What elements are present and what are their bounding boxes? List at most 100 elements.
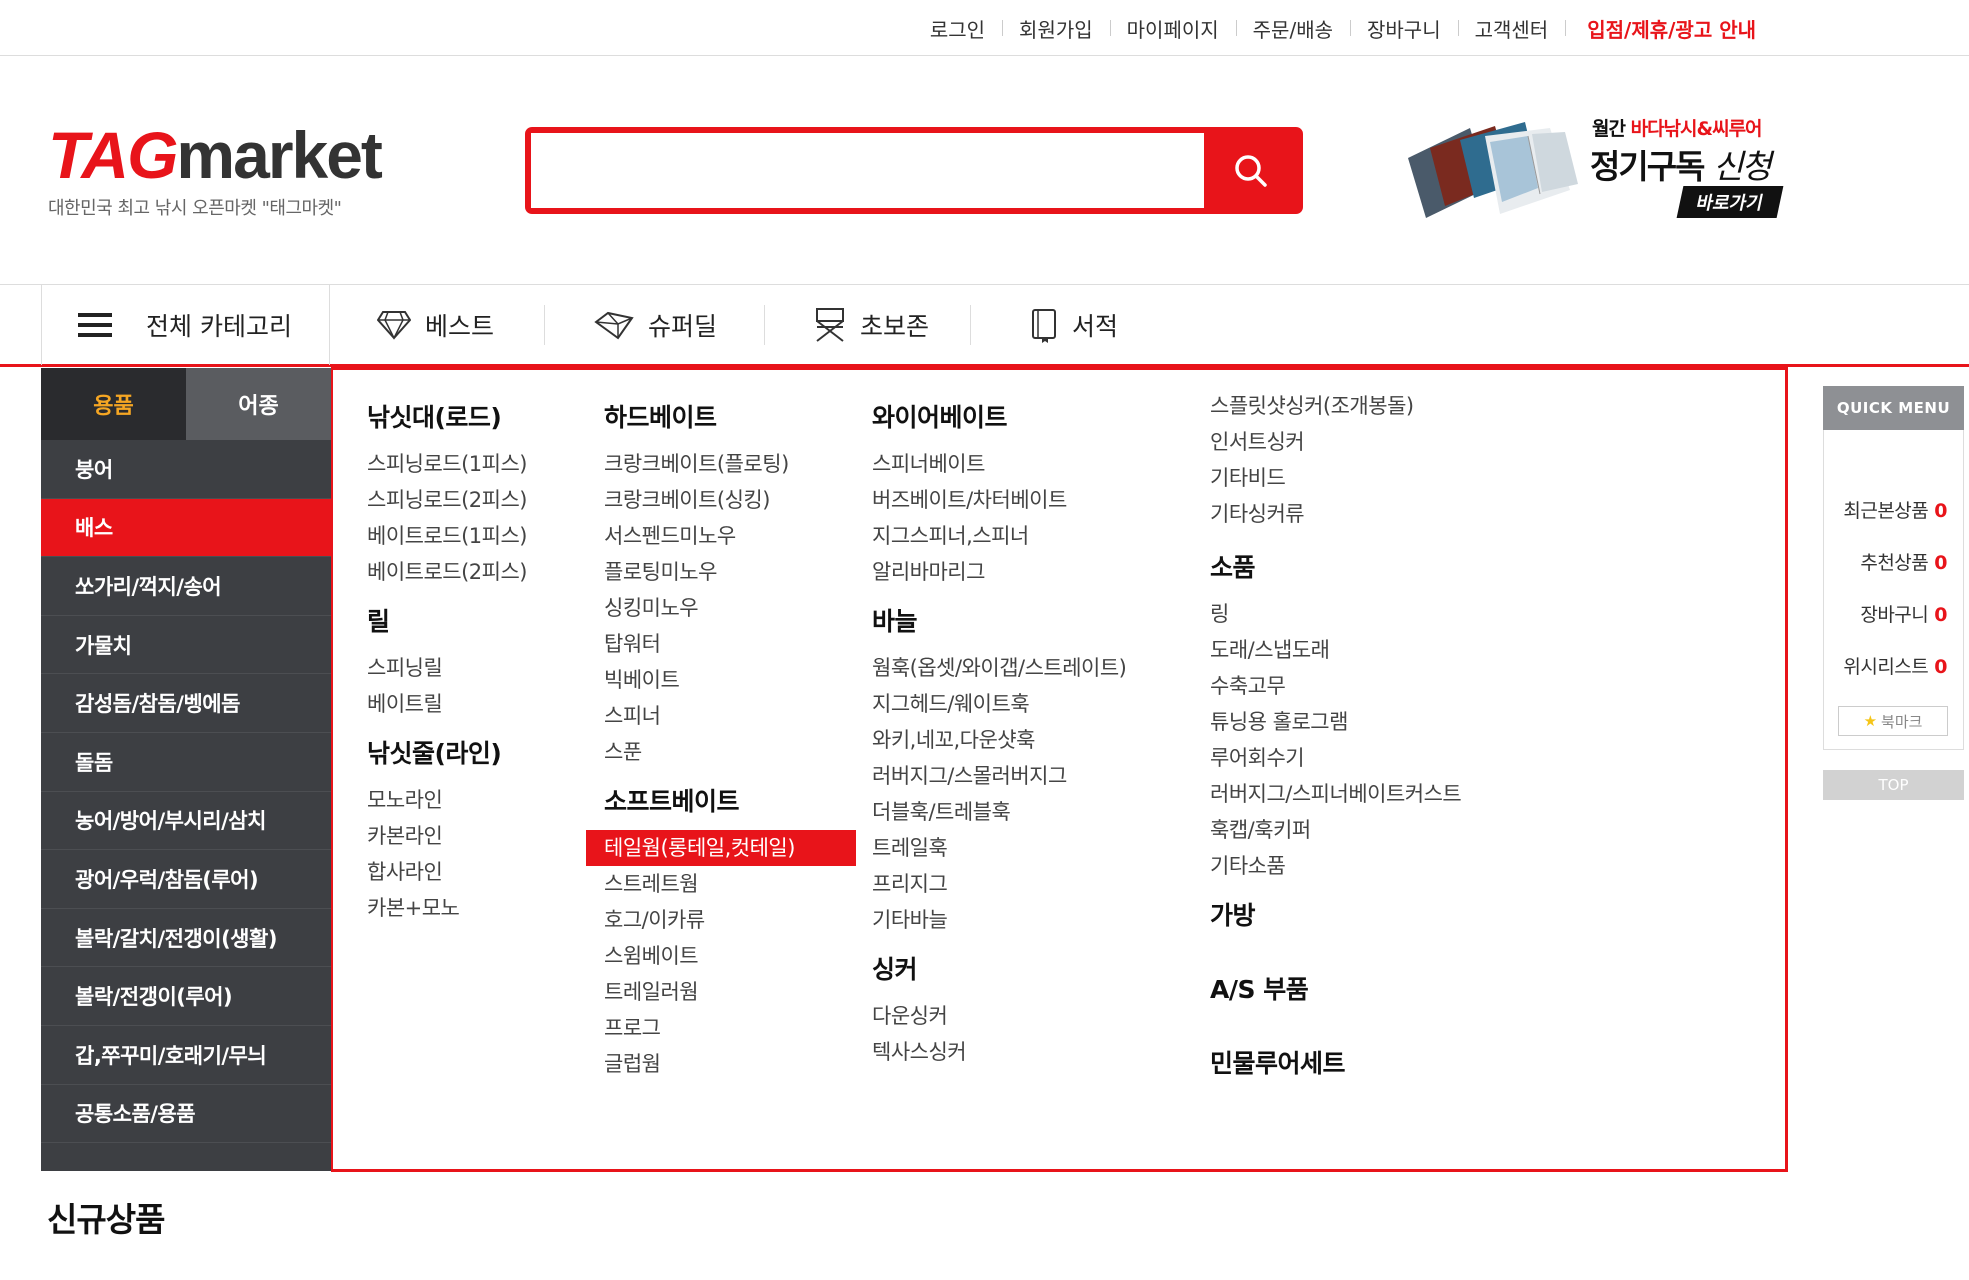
menu-item[interactable]: 프로그 <box>604 1010 856 1046</box>
menu-item[interactable]: 도래/스냅도래 <box>1210 632 1461 668</box>
menu-item[interactable]: 훅캡/훅키퍼 <box>1210 812 1461 848</box>
sidebar-item[interactable]: 돌돔 <box>41 733 331 792</box>
menu-group-title[interactable]: 소프트베이트 <box>604 784 856 820</box>
menu-item[interactable]: 기타바늘 <box>872 902 1126 938</box>
nav-superdeal[interactable]: 슈퍼딜 <box>594 285 717 365</box>
menu-group-title[interactable]: 민물루어세트 <box>1210 1046 1461 1082</box>
menu-item[interactable]: 플로팅미노우 <box>604 554 856 590</box>
quick-recommended[interactable]: 추천상품 0 <box>1860 548 1947 575</box>
menu-group-title[interactable]: 와이어베이트 <box>872 400 1126 436</box>
sidebar-item[interactable]: 갑,쭈꾸미/호래기/무늬 <box>41 1026 331 1085</box>
menu-item[interactable]: 합사라인 <box>367 854 527 890</box>
tab-gear[interactable]: 용품 <box>41 368 186 440</box>
sidebar-item[interactable]: 볼락/갈치/전갱이(생활) <box>41 909 331 968</box>
menu-group-title[interactable]: 낚싯줄(라인) <box>367 736 527 772</box>
menu-item[interactable]: 베이트로드(1피스) <box>367 518 528 554</box>
menu-item[interactable]: 스플릿샷싱커(조개봉돌) <box>1210 388 1461 424</box>
menu-item[interactable]: 스푼 <box>604 734 856 770</box>
sidebar-item-active[interactable]: 배스 <box>41 498 331 558</box>
sidebar-item[interactable]: 광어/우럭/참돔(루어) <box>41 850 331 909</box>
bookmark-button[interactable]: ★ 북마크 <box>1838 706 1948 736</box>
menu-item[interactable]: 글럽웜 <box>604 1046 856 1082</box>
customer-center-link[interactable]: 고객센터 <box>1457 14 1566 43</box>
search-input[interactable] <box>531 133 1204 208</box>
mypage-link[interactable]: 마이페이지 <box>1109 14 1236 43</box>
menu-group-title[interactable]: 낚싯대(로드) <box>367 400 527 436</box>
promo-go-button[interactable]: 바로가기 <box>1676 186 1784 218</box>
menu-item[interactable]: 호그/이카류 <box>604 902 856 938</box>
menu-group-title[interactable]: 릴 <box>367 604 527 640</box>
tab-fish-species[interactable]: 어종 <box>186 368 331 440</box>
sidebar-item[interactable]: 쏘가리/꺽지/송어 <box>41 557 331 616</box>
menu-item[interactable]: 알리바마리그 <box>872 554 1126 590</box>
menu-item[interactable]: 수축고무 <box>1210 668 1461 704</box>
menu-group-title[interactable]: 소품 <box>1210 550 1461 586</box>
partnership-link[interactable]: 입점/제휴/광고 안내 <box>1565 14 1773 43</box>
quick-recent-viewed[interactable]: 최근본상품 0 <box>1843 496 1947 523</box>
menu-item[interactable]: 스피너베이트 <box>872 446 1126 482</box>
menu-item[interactable]: 스피닝릴 <box>367 650 527 686</box>
sidebar-item[interactable]: 가물치 <box>41 616 331 675</box>
menu-item[interactable]: 트레일러웜 <box>604 974 856 1010</box>
sidebar-item[interactable]: 공통소품/용품 <box>41 1085 331 1144</box>
menu-item-highlighted[interactable]: 테일웜(롱테일,컷테일) <box>586 830 856 866</box>
search-button[interactable] <box>1204 133 1297 208</box>
menu-item[interactable]: 크랑크베이트(싱킹) <box>604 482 856 518</box>
sidebar-item[interactable]: 농어/방어/부시리/삼치 <box>41 792 331 851</box>
menu-item[interactable]: 텍사스싱커 <box>872 1034 1126 1070</box>
menu-item[interactable]: 서스펜드미노우 <box>604 518 856 554</box>
menu-item[interactable]: 기타비드 <box>1210 460 1461 496</box>
menu-item[interactable]: 러버지그/스몰러버지그 <box>872 758 1126 794</box>
menu-item[interactable]: 트레일훅 <box>872 830 1126 866</box>
site-logo[interactable]: TAGmarket 대한민국 최고 낚시 오픈마켓 "태그마켓" <box>48 122 383 220</box>
menu-item[interactable]: 카본+모노 <box>367 890 527 926</box>
menu-group-title[interactable]: A/S 부품 <box>1210 972 1461 1008</box>
menu-item[interactable]: 탑워터 <box>604 626 856 662</box>
menu-item[interactable]: 러버지그/스피너베이트커스트 <box>1210 776 1462 812</box>
menu-item[interactable]: 버즈베이트/차터베이트 <box>872 482 1126 518</box>
menu-group-title[interactable]: 바늘 <box>872 604 1126 640</box>
cart-link[interactable]: 장바구니 <box>1350 14 1458 43</box>
menu-item[interactable]: 스트레트웜 <box>604 866 856 902</box>
menu-item[interactable]: 루어회수기 <box>1210 740 1461 776</box>
menu-item[interactable]: 스피닝로드(1피스) <box>367 446 528 482</box>
menu-item[interactable]: 웜훅(옵셋/와이갭/스트레이트) <box>872 650 1127 686</box>
menu-item[interactable]: 링 <box>1210 596 1461 632</box>
nav-best[interactable]: 베스트 <box>377 285 494 365</box>
menu-item[interactable]: 빅베이트 <box>604 662 856 698</box>
menu-item[interactable]: 스피닝로드(2피스) <box>367 482 528 518</box>
quick-wishlist[interactable]: 위시리스트 0 <box>1843 652 1947 679</box>
menu-item[interactable]: 지그스피너,스피너 <box>872 518 1126 554</box>
subscription-banner[interactable]: 월간 바다낚시&씨루어 정기구독 신청 바로가기 <box>1400 110 1790 230</box>
nav-books[interactable]: 서적 <box>1030 285 1118 365</box>
login-link[interactable]: 로그인 <box>913 14 1002 43</box>
menu-group-title[interactable]: 하드베이트 <box>604 400 856 436</box>
menu-item[interactable]: 스윔베이트 <box>604 938 856 974</box>
sidebar-item[interactable]: 붕어 <box>41 440 331 499</box>
menu-item[interactable]: 지그헤드/웨이트훅 <box>872 686 1126 722</box>
menu-item[interactable]: 인서트싱커 <box>1210 424 1461 460</box>
menu-item[interactable]: 베이트릴 <box>367 686 527 722</box>
menu-item[interactable]: 더블훅/트레블훅 <box>872 794 1126 830</box>
quick-cart[interactable]: 장바구니 0 <box>1860 600 1947 627</box>
menu-item[interactable]: 기타싱커류 <box>1210 496 1461 532</box>
menu-item[interactable]: 스피너 <box>604 698 856 734</box>
menu-item[interactable]: 기타소품 <box>1210 848 1461 884</box>
menu-item[interactable]: 싱킹미노우 <box>604 590 856 626</box>
scroll-top-button[interactable]: TOP <box>1823 770 1964 800</box>
order-delivery-link[interactable]: 주문/배송 <box>1235 14 1350 43</box>
menu-item[interactable]: 와키,네꼬,다운샷훅 <box>872 722 1126 758</box>
menu-item[interactable]: 베이트로드(2피스) <box>367 554 528 590</box>
menu-item[interactable]: 모노라인 <box>367 782 527 818</box>
menu-item[interactable]: 프리지그 <box>872 866 1126 902</box>
menu-item[interactable]: 튜닝용 홀로그램 <box>1210 704 1461 740</box>
menu-group-title[interactable]: 가방 <box>1210 898 1461 934</box>
menu-item[interactable]: 카본라인 <box>367 818 527 854</box>
signup-link[interactable]: 회원가입 <box>1002 14 1110 43</box>
all-categories-button[interactable]: 전체 카테고리 <box>41 285 330 365</box>
sidebar-item[interactable]: 볼락/전갱이(루어) <box>41 967 331 1026</box>
menu-item[interactable]: 다운싱커 <box>872 998 1126 1034</box>
sidebar-item[interactable]: 감성돔/참돔/벵에돔 <box>41 674 331 733</box>
menu-item[interactable]: 크랑크베이트(플로팅) <box>604 446 856 482</box>
menu-group-title[interactable]: 싱커 <box>872 952 1126 988</box>
